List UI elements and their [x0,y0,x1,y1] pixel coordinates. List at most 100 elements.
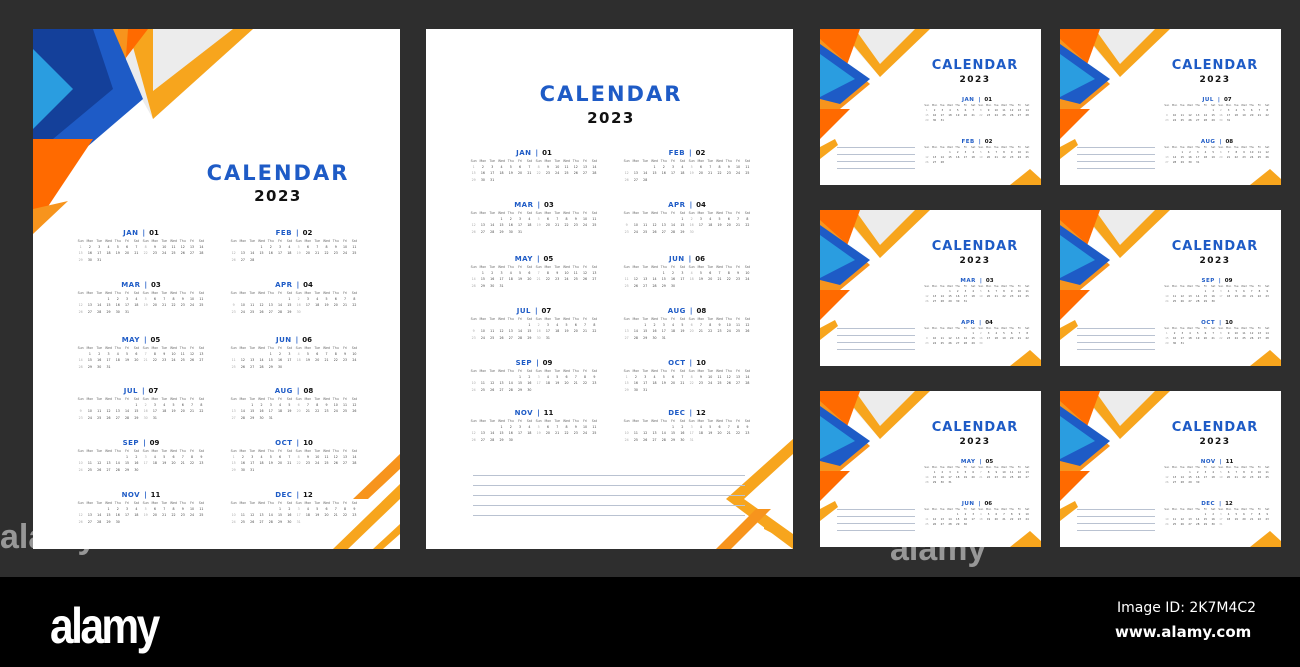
day-cell[interactable]: 16 [659,172,668,175]
day-cell[interactable]: 2 [1217,109,1225,113]
day-cell[interactable]: 9 [322,403,331,407]
day-cell[interactable]: 18 [525,432,534,435]
day-cell[interactable]: 24 [622,438,631,442]
day-cell[interactable]: 4 [992,332,1000,336]
day-cell[interactable]: 20 [992,519,1000,522]
day-cell[interactable]: 25 [197,304,206,307]
day-cell[interactable]: 10 [631,224,640,227]
day-cell[interactable]: 18 [303,514,312,517]
day-cell[interactable]: 25 [340,410,349,413]
day-cell[interactable]: 24 [313,462,322,465]
day-cell[interactable]: 3 [303,297,312,301]
day-cell[interactable]: 11 [743,165,752,169]
day-cell[interactable]: 22 [1263,115,1271,118]
day-cell[interactable]: 21 [160,304,169,307]
day-cell[interactable]: 7 [992,151,1000,155]
day-cell[interactable]: 24 [340,252,349,255]
day-cell[interactable]: 11 [197,297,206,301]
day-cell[interactable]: 31 [266,416,275,420]
day-cell[interactable]: 12 [229,252,238,255]
day-cell[interactable]: 22 [733,432,742,435]
day-cell[interactable]: 25 [229,365,238,369]
day-cell[interactable]: 7 [1016,332,1024,336]
day-cell[interactable]: 10 [1163,296,1171,299]
day-cell[interactable]: 15 [650,172,659,175]
day-cell[interactable]: 30 [113,520,122,524]
day-cell[interactable]: 14 [248,252,257,255]
day-cell[interactable]: 26 [571,172,580,175]
day-cell[interactable]: 23 [1263,296,1271,299]
day-cell[interactable]: 2 [488,271,497,275]
day-cell[interactable]: 21 [724,432,733,435]
day-cell[interactable]: 4 [150,455,159,459]
day-cell[interactable]: 7 [141,352,150,356]
day-cell[interactable]: 23 [724,172,733,175]
day-cell[interactable]: 24 [1232,338,1240,341]
day-cell[interactable]: 12 [497,330,506,333]
day-cell[interactable]: 9 [178,297,187,301]
day-cell[interactable]: 25 [248,310,257,314]
day-cell[interactable]: 22 [562,432,571,435]
day-cell[interactable]: 15 [1186,477,1194,480]
day-cell[interactable]: 28 [1194,524,1202,527]
day-cell[interactable]: 9 [160,352,169,356]
day-cell[interactable]: 9 [1008,151,1016,155]
day-cell[interactable]: 19 [553,382,562,385]
day-cell[interactable]: 17 [1202,477,1210,480]
day-cell[interactable]: 3 [1194,151,1202,155]
day-cell[interactable]: 15 [678,224,687,227]
day-cell[interactable]: 24 [1248,157,1256,160]
day-cell[interactable]: 29 [497,438,506,442]
day-cell[interactable]: 8 [294,455,303,459]
day-cell[interactable]: 20 [313,359,322,362]
day-cell[interactable]: 20 [687,330,696,333]
day-cell[interactable]: 12 [1248,332,1256,336]
day-cell[interactable]: 16 [678,432,687,435]
day-cell[interactable]: 13 [1023,471,1031,475]
day-cell[interactable]: 4 [303,507,312,511]
day-cell[interactable]: 4 [525,217,534,221]
day-cell[interactable]: 28 [113,468,122,472]
day-cell[interactable]: 16 [141,410,150,413]
day-cell[interactable]: 19 [985,519,993,522]
day-cell[interactable]: 23 [715,330,724,333]
day-cell[interactable]: 7 [678,375,687,379]
day-cell[interactable]: 20 [1202,338,1210,341]
day-cell[interactable]: 11 [1240,332,1248,336]
day-cell[interactable]: 7 [969,109,977,113]
day-cell[interactable]: 4 [668,323,677,327]
day-cell[interactable]: 29 [923,120,931,123]
day-cell[interactable]: 25 [197,514,206,517]
day-cell[interactable]: 31 [659,336,668,340]
day-cell[interactable]: 14 [590,165,599,169]
day-cell[interactable]: 14 [469,278,478,281]
day-cell[interactable]: 6 [1240,290,1248,294]
day-cell[interactable]: 9 [1008,290,1016,294]
day-cell[interactable]: 10 [229,514,238,517]
day-cell[interactable]: 20 [1240,296,1248,299]
day-cell[interactable]: 21 [160,514,169,517]
day-cell[interactable]: 16 [1171,338,1179,341]
day-cell[interactable]: 15 [969,338,977,341]
day-cell[interactable]: 21 [340,304,349,307]
day-cell[interactable]: 20 [696,172,705,175]
day-cell[interactable]: 2 [954,290,962,294]
day-cell[interactable]: 23 [622,230,631,234]
day-cell[interactable]: 20 [962,115,970,118]
day-cell[interactable]: 15 [257,252,266,255]
day-cell[interactable]: 17 [678,278,687,281]
day-cell[interactable]: 23 [733,278,742,281]
day-cell[interactable]: 5 [1209,151,1217,155]
day-cell[interactable]: 1 [248,403,257,407]
day-cell[interactable]: 3 [497,271,506,275]
day-cell[interactable]: 10 [238,304,247,307]
day-cell[interactable]: 16 [1209,519,1217,522]
day-cell[interactable]: 25 [622,284,631,288]
day-cell[interactable]: 18 [497,172,506,175]
day-cell[interactable]: 23 [303,462,312,465]
day-cell[interactable]: 18 [1209,477,1217,480]
day-cell[interactable]: 9 [1016,513,1024,517]
day-cell[interactable]: 7 [1225,151,1233,155]
day-cell[interactable]: 30 [506,230,515,234]
day-cell[interactable]: 30 [113,310,122,314]
